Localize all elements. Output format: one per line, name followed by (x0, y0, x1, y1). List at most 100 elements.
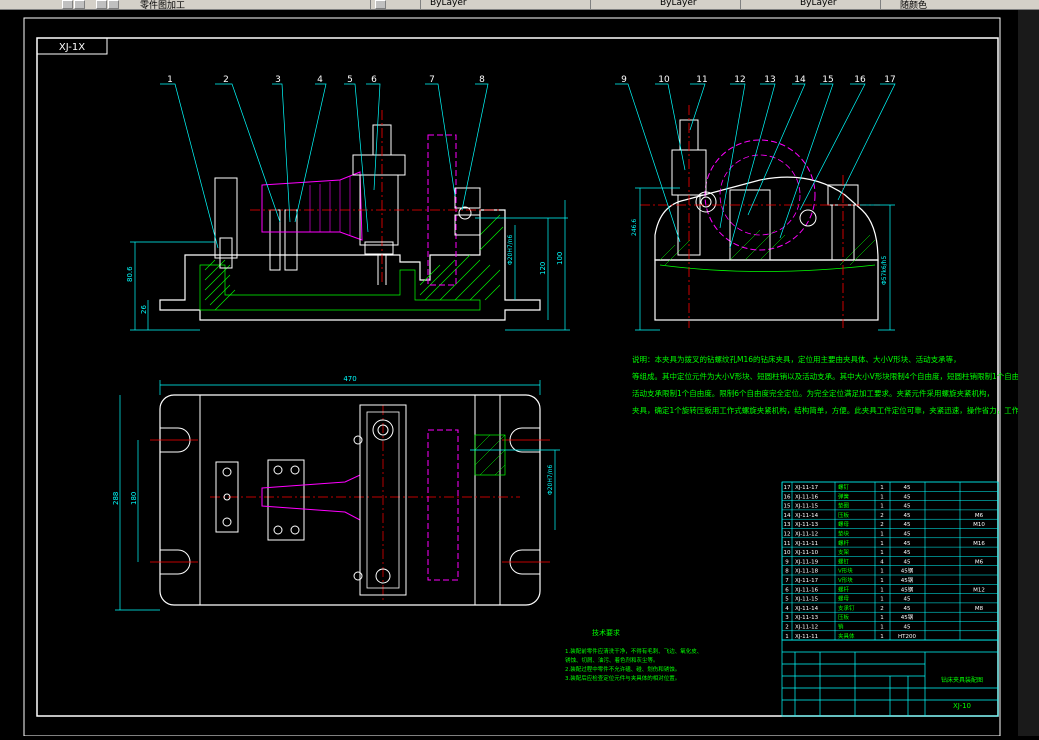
bom-cell-name: V形块 (838, 576, 853, 584)
dim-side-right: Φ57k6/h5 (881, 256, 888, 285)
nav-icon[interactable] (62, 0, 73, 9)
description-line: 等组成。其中定位元件为大小V形块、短圆柱销以及活动支承。其中大小V形块限制4个自… (632, 371, 1018, 381)
lightbulb-icon[interactable] (96, 0, 107, 9)
bom-cell-code: XJ-11-16 (795, 587, 819, 593)
dim-front-right1: Φ20H7/n6 (507, 234, 514, 265)
bom-cell-code: XJ-11-17 (795, 578, 819, 584)
bom-cell-name: 支承钉 (838, 604, 855, 612)
bom-cell-name: 螺钉 (838, 483, 850, 491)
bom-cell-code: XJ-11-15 (795, 597, 819, 603)
description-line: 活动支承限制1个自由度。限制6个自由度完全定位。为完全定位满足加工要求。夹紧元件… (632, 388, 994, 398)
dim-front-left1: 80.6 (126, 266, 134, 282)
tech-notes: 技术要求 1.装配前零件应清洗干净，不得有毛刺、飞边、氧化皮、 锈蚀、切屑、油污… (565, 628, 702, 682)
bom-cell-qty: 1 (880, 597, 884, 603)
bom-cell-note: M8 (975, 606, 984, 612)
bom-cell-qty: 4 (880, 559, 884, 565)
dim-top-left2: 180 (130, 492, 138, 505)
notes-title: 技术要求 (592, 628, 620, 637)
bom-cell-qty: 1 (880, 504, 884, 510)
dim-front-right2: 120 (539, 262, 547, 275)
bom-cell-no: 9 (785, 559, 789, 565)
dim-top-width: 470 (343, 375, 356, 383)
bom-cell-code: XJ-11-14 (795, 513, 819, 519)
bom-cell-no: 10 (784, 550, 791, 556)
front-part-7: 7 (429, 75, 435, 85)
bom-cell-mat: 45 (904, 606, 911, 612)
bom-cell-no: 16 (784, 494, 791, 500)
bom-cell-code: XJ-11-12 (795, 625, 818, 631)
dim-top-right: Φ20H7/n6 (547, 464, 554, 495)
side-part-15: 15 (822, 75, 833, 85)
sun-icon[interactable] (108, 0, 119, 9)
bom-cell-note: M10 (973, 522, 985, 528)
side-part-11: 11 (696, 75, 707, 85)
bom-cell-no: 1 (785, 634, 789, 640)
drawing-canvas[interactable]: XJ-1X 80.6 26 Φ20H7/n6 120 100 1 2 3 4 5… (0, 10, 1039, 737)
bom-cell-name: 螺杆 (838, 539, 850, 547)
bom-cell-qty: 1 (880, 532, 884, 538)
bom-cell-mat: 45 (904, 541, 911, 547)
bom-cell-name: V形块 (838, 567, 853, 575)
front-part-8: 8 (479, 75, 485, 85)
layer-icon[interactable] (74, 0, 85, 9)
bom-cell-no: 12 (784, 532, 791, 538)
bom-cell-no: 3 (785, 615, 789, 621)
bom-cell-name: 支架 (838, 548, 850, 556)
bom-cell-no: 14 (784, 513, 791, 519)
bom-table: 1 7 XJ-11-17 螺钉 1 45 16 XJ-11-16 弹簧 1 45 1 5 XJ-11-15… (781, 481, 999, 641)
front-part-1: 1 (167, 75, 173, 85)
bom-cell-code: XJ-11-11 (795, 634, 818, 640)
dim-side-left: 246.6 (631, 219, 638, 236)
bom-cell-name: 夹具体 (838, 632, 855, 640)
bom-cell-name: 销 (838, 623, 844, 631)
bom-cell-mat: 45 (904, 550, 911, 556)
bom-cell-qty: 1 (880, 625, 884, 631)
bom-cell-no: 2 (785, 625, 789, 631)
notes-line: 锈蚀、切屑、油污、着色剂和灰尘等。 (565, 656, 659, 664)
bom-cell-note: M6 (975, 559, 984, 565)
bom-cell-note: M6 (975, 513, 984, 519)
bom-cell-note: M12 (973, 587, 985, 593)
bom-cell-qty: 1 (880, 541, 884, 547)
linetype-dropdown[interactable]: ByLayer (660, 0, 697, 8)
bom-cell-no: 13 (784, 522, 791, 528)
bom-cell-no: 11 (784, 541, 791, 547)
layer-dropdown[interactable]: ByLayer (430, 0, 467, 8)
side-part-10: 10 (658, 75, 670, 85)
bom-cell-mat: 45钢 (901, 585, 914, 593)
bom-cell-qty: 2 (880, 606, 884, 612)
bom-cell-name: 螺母 (838, 595, 850, 603)
dim-front-height: 100 (556, 252, 564, 265)
bom-cell-qty: 1 (880, 578, 884, 584)
cad-toolbar: 零件图加工 ByLayer ByLayer ByLayer 随颜色 (0, 0, 1039, 11)
bom-cell-name: 弹簧 (838, 492, 850, 500)
front-part-4: 4 (317, 75, 323, 85)
drawing-code: XJ-1X (59, 42, 85, 53)
title-block-name: 钻床夹具装配图 (941, 676, 983, 684)
bom-cell-name: 垫圈 (838, 502, 850, 510)
bom-cell-no: 5 (785, 597, 789, 603)
color-icon[interactable] (375, 0, 386, 9)
vertical-scrollbar[interactable] (1018, 10, 1039, 736)
bom-cell-mat: 45钢 (901, 567, 914, 575)
front-part-5: 5 (347, 75, 353, 85)
bom-cell-mat: 45 (904, 504, 911, 510)
bom-cell-qty: 2 (880, 522, 884, 528)
bom-cell-code: XJ-11-18 (795, 569, 819, 575)
front-part-6: 6 (371, 75, 377, 85)
bom-cell-code: XJ-11-17 (795, 485, 819, 491)
bom-cell-mat: 45 (904, 559, 911, 565)
bom-cell-code: XJ-11-19 (795, 559, 819, 565)
side-part-17: 17 (884, 75, 895, 85)
bom-cell-no: 7 (785, 578, 789, 584)
bom-cell-mat: 45钢 (901, 613, 914, 621)
bom-cell-mat: 45 (904, 485, 911, 491)
lineweight-dropdown[interactable]: ByLayer (800, 0, 837, 8)
bom-cell-code: XJ-11-12 (795, 532, 818, 538)
bom-cell-qty: 1 (880, 615, 884, 621)
dim-front-left2: 26 (140, 305, 148, 314)
bom-cell-name: 压板 (838, 613, 850, 621)
bom-cell-mat: HT200 (898, 634, 916, 640)
bom-cell-qty: 2 (880, 513, 884, 519)
bom-cell-mat: 45 (904, 522, 911, 528)
